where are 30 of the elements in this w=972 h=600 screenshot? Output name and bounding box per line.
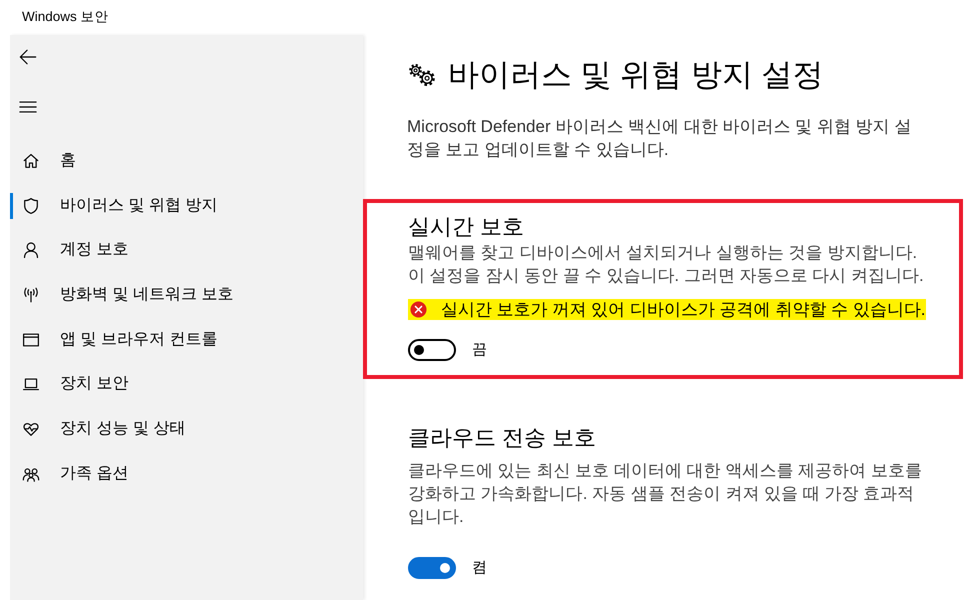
error-icon: [410, 301, 427, 318]
wireless-icon: [22, 286, 40, 304]
toggle-switch[interactable]: [408, 339, 456, 362]
warning-text: 실시간 보호가 꺼져 있어 디바이스가 공격에 취약할 수 있습니다.: [441, 298, 926, 321]
shield-icon: [22, 196, 40, 215]
home-icon: [22, 152, 40, 170]
back-arrow-icon[interactable]: [19, 48, 37, 66]
sidebar-item[interactable]: 방화벽 및 네트워크 보호: [10, 282, 363, 308]
browser-window-icon: [22, 330, 40, 349]
gears-icon: [408, 63, 436, 87]
toggle-label: 끔: [472, 340, 487, 360]
sidebar-item[interactable]: 장치 성능 및 상태: [10, 416, 363, 442]
section-title: 클라우드 전송 보호: [408, 424, 598, 452]
person-icon: [22, 241, 40, 260]
heart-pulse-icon: [22, 420, 40, 438]
section-title: 실시간 보호: [408, 213, 526, 241]
toggle-switch[interactable]: [408, 556, 456, 579]
sidebar-item[interactable]: 홈: [10, 148, 363, 174]
page-description: Microsoft Defender 바이러스 백신에 대한 바이러스 및 위협 방지 설정을 보고 업데이트할 수 있습니다.: [407, 116, 912, 161]
page-title: 바이러스 및 위협 방지 설정: [448, 56, 824, 94]
sidebar-item[interactable]: 장치 보안: [10, 371, 363, 398]
section-description: 맬웨어를 찾고 디바이스에서 설치되거나 실행하는 것을 방지합니다. 이 설정을 잠시 동안 끌 수 있습니다. 그러면 자동으로 다시 켜집니다.: [408, 242, 925, 287]
menu-icon[interactable]: [19, 100, 37, 114]
section-description: 클라우드에 있는 최신 보호 데이터에 대한 액세스를 제공하여 보호를 강화하고 가속화합니다. 자동 샘플 전송이 켜져 있을 때 가장 효과적입니다.: [408, 460, 923, 528]
sidebar-item[interactable]: 계정 보호: [10, 237, 363, 264]
sidebar-item[interactable]: 바이러스 및 위협 방지: [10, 192, 363, 219]
window-title: Windows 보안: [22, 8, 109, 26]
toggle-label: 켬: [472, 558, 487, 578]
sidebar-item[interactable]: 가족 옵션: [10, 460, 363, 487]
sidebar-item[interactable]: 앱 및 브라우저 컨트롤: [10, 326, 363, 353]
